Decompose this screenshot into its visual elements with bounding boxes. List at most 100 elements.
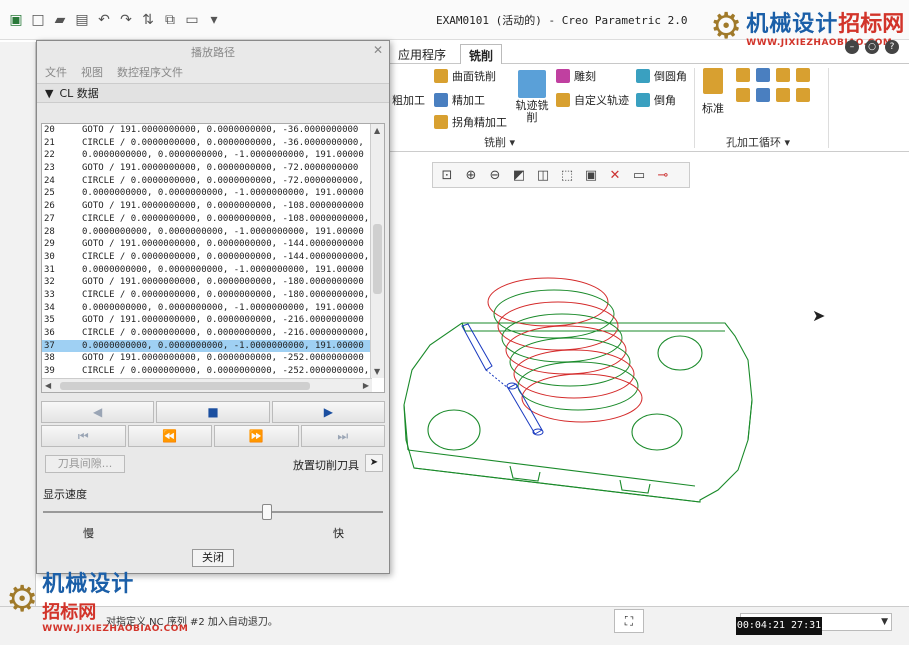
face-mill-button[interactable]: 曲面铣削 (434, 68, 496, 84)
drill-cycle-icon-8[interactable] (796, 88, 810, 102)
windows-icon[interactable]: ⧉ (160, 10, 180, 30)
save-icon[interactable]: ▤ (72, 10, 92, 30)
cl-data-section-header[interactable]: ▼ CL 数据 (37, 83, 389, 103)
zoom-in-icon[interactable]: ⊕ (461, 165, 481, 185)
cl-line[interactable]: 24 CIRCLE / 0.0000000000, 0.0000000000, -… (42, 175, 372, 188)
rewind-to-start-button[interactable]: ⏮ (41, 425, 126, 447)
cl-line-number: 33 (44, 289, 55, 300)
tool-clearance-button[interactable]: 刀具间隙... (45, 455, 125, 473)
speed-slider-thumb[interactable] (262, 504, 273, 520)
trajectory-mill-icon (518, 70, 546, 98)
drill-cycle-icon-2[interactable] (756, 68, 770, 82)
cl-line[interactable]: 38 GOTO / 191.0000000000, 0.0000000000, -… (42, 352, 372, 365)
cl-line[interactable]: 36 CIRCLE / 0.0000000000, 0.0000000000, -… (42, 327, 372, 340)
place-tool-arrow-icon[interactable]: ➤ (365, 454, 383, 472)
cl-line[interactable]: 32 GOTO / 191.0000000000, 0.0000000000, -… (42, 276, 372, 289)
refit-icon[interactable]: ⊡ (437, 165, 457, 185)
drill-cycle-icon-5[interactable] (736, 88, 750, 102)
cl-line[interactable]: 31 0.0000000000, 0.0000000000, -1.0000000… (42, 264, 372, 277)
cl-line[interactable]: 27 CIRCLE / 0.0000000000, 0.0000000000, -… (42, 213, 372, 226)
hscroll-thumb[interactable] (60, 382, 310, 390)
go-to-end-button[interactable]: ⏭ (300, 425, 385, 447)
watermark-logo-bottom: ⚙ 机械设计 招标网 WWW.JIXIEZHAOBIAO.COM (6, 572, 189, 634)
mouse-cursor: ➤ (812, 306, 826, 325)
trajectory-mill-button[interactable]: 轨迹铣削 (514, 70, 550, 124)
group-separator (694, 68, 695, 148)
close-button[interactable]: 关闭 (192, 549, 234, 567)
cl-line[interactable]: 28 0.0000000000, 0.0000000000, -1.0000000… (42, 226, 372, 239)
drill-cycle-icon-4[interactable] (796, 68, 810, 82)
menu-nc-file[interactable]: 数控程序文件 (117, 64, 183, 80)
group-hole-label[interactable]: 孔加工循环 ▾ (726, 134, 790, 150)
menu-view[interactable]: 视图 (81, 64, 103, 80)
rough-button[interactable]: 粗加工 (392, 92, 425, 108)
cl-line-text: 0.0000000000, 0.0000000000, -1.000000000… (82, 302, 364, 313)
stop-button[interactable]: ■ (156, 401, 270, 423)
finish-button[interactable]: 精加工 (434, 92, 485, 108)
customize-qat-icon[interactable]: ▾ (204, 10, 224, 30)
cl-line[interactable]: 34 0.0000000000, 0.0000000000, -1.0000000… (42, 302, 372, 315)
cl-line[interactable]: 30 CIRCLE / 0.0000000000, 0.0000000000, -… (42, 251, 372, 264)
corner-finish-button[interactable]: 拐角精加工 (434, 114, 507, 130)
regenerate-icon[interactable]: ⇅ (138, 10, 158, 30)
chamfer-button[interactable]: 倒角 (636, 92, 676, 108)
scroll-left-icon[interactable]: ◀ (45, 381, 51, 390)
repaint-icon[interactable]: ◩ (509, 165, 529, 185)
standard-drill-button[interactable]: 标准 (702, 68, 724, 116)
drill-cycle-icon-6[interactable] (756, 88, 770, 102)
spin-center-icon[interactable]: ⊸ (653, 165, 673, 185)
cl-line-number: 39 (44, 366, 55, 377)
cl-line[interactable]: 35 GOTO / 191.0000000000, 0.0000000000, -… (42, 314, 372, 327)
tab-applications[interactable]: 应用程序 (390, 44, 454, 64)
datum-display-icon[interactable]: ✕ (605, 165, 625, 185)
zoom-out-icon[interactable]: ⊖ (485, 165, 505, 185)
vertical-scrollbar[interactable]: ▲ ▼ (370, 124, 384, 378)
cl-data-list[interactable]: 20 GOTO / 191.0000000000, 0.0000000000, -… (41, 123, 385, 393)
cl-line-number: 27 (44, 213, 55, 224)
round-chamfer-button[interactable]: 倒圆角 (636, 68, 687, 84)
cl-line[interactable]: 23 GOTO / 191.0000000000, 0.0000000000, -… (42, 162, 372, 175)
menu-file[interactable]: 文件 (45, 64, 67, 80)
annotation-display-icon[interactable]: ▭ (629, 165, 649, 185)
cl-line[interactable]: 29 GOTO / 191.0000000000, 0.0000000000, -… (42, 238, 372, 251)
cl-line[interactable]: 26 GOTO / 191.0000000000, 0.0000000000, -… (42, 200, 372, 213)
open-file-icon[interactable]: ▰ (50, 10, 70, 30)
drill-cycle-icon-1[interactable] (736, 68, 750, 82)
scroll-right-icon[interactable]: ▶ (363, 381, 369, 390)
custom-trajectory-button[interactable]: 自定义轨迹 (556, 92, 629, 108)
scroll-up-icon[interactable]: ▲ (374, 126, 380, 135)
close-window-icon[interactable]: ▭ (182, 10, 202, 30)
cl-line[interactable]: 20 GOTO / 191.0000000000, 0.0000000000, -… (42, 124, 372, 137)
drill-cycle-icon-7[interactable] (776, 88, 790, 102)
cl-line[interactable]: 22 0.0000000000, 0.0000000000, -1.0000000… (42, 149, 372, 162)
group-milling-label[interactable]: 铣削 ▾ (484, 134, 515, 150)
step-forward-button[interactable]: ⏩ (214, 425, 299, 447)
cl-line[interactable]: 39 CIRCLE / 0.0000000000, 0.0000000000, -… (42, 365, 372, 378)
saved-orientations-icon[interactable]: ⬚ (557, 165, 577, 185)
cl-line[interactable]: 33 CIRCLE / 0.0000000000, 0.0000000000, -… (42, 289, 372, 302)
cl-line-number: 26 (44, 201, 55, 212)
speed-slider-track[interactable] (43, 511, 383, 513)
new-file-icon[interactable]: □ (28, 10, 48, 30)
cl-line[interactable]: 21 CIRCLE / 0.0000000000, 0.0000000000, -… (42, 137, 372, 150)
display-style-icon[interactable]: ◫ (533, 165, 553, 185)
horizontal-scrollbar[interactable]: ◀ ▶ (42, 378, 372, 392)
drill-cycle-icon-3[interactable] (776, 68, 790, 82)
cl-line[interactable]: 37 0.0000000000, 0.0000000000, -1.0000000… (42, 339, 372, 353)
play-forward-button[interactable]: ▶ (271, 401, 385, 423)
tab-milling[interactable]: 铣削 (460, 44, 503, 64)
cl-line[interactable]: 25 0.0000000000, 0.0000000000, -1.0000000… (42, 187, 372, 200)
close-icon[interactable]: ✕ (373, 43, 383, 57)
selection-filter-icon[interactable]: ⛶ (614, 609, 644, 633)
cl-line-text: 0.0000000000, 0.0000000000, -1.000000000… (82, 188, 364, 199)
scroll-thumb[interactable] (373, 224, 382, 294)
custom-trajectory-icon (556, 93, 570, 107)
redo-icon[interactable]: ↷ (116, 10, 136, 30)
scroll-down-icon[interactable]: ▼ (374, 367, 380, 376)
view-manager-icon[interactable]: ▣ (581, 165, 601, 185)
step-back-button[interactable]: ⏪ (127, 425, 212, 447)
undo-icon[interactable]: ↶ (94, 10, 114, 30)
engrave-button[interactable]: 雕刻 (556, 68, 596, 84)
cl-line-text: CIRCLE / 0.0000000000, 0.0000000000, -14… (82, 251, 370, 262)
play-backward-button[interactable]: ◀ (41, 401, 155, 423)
